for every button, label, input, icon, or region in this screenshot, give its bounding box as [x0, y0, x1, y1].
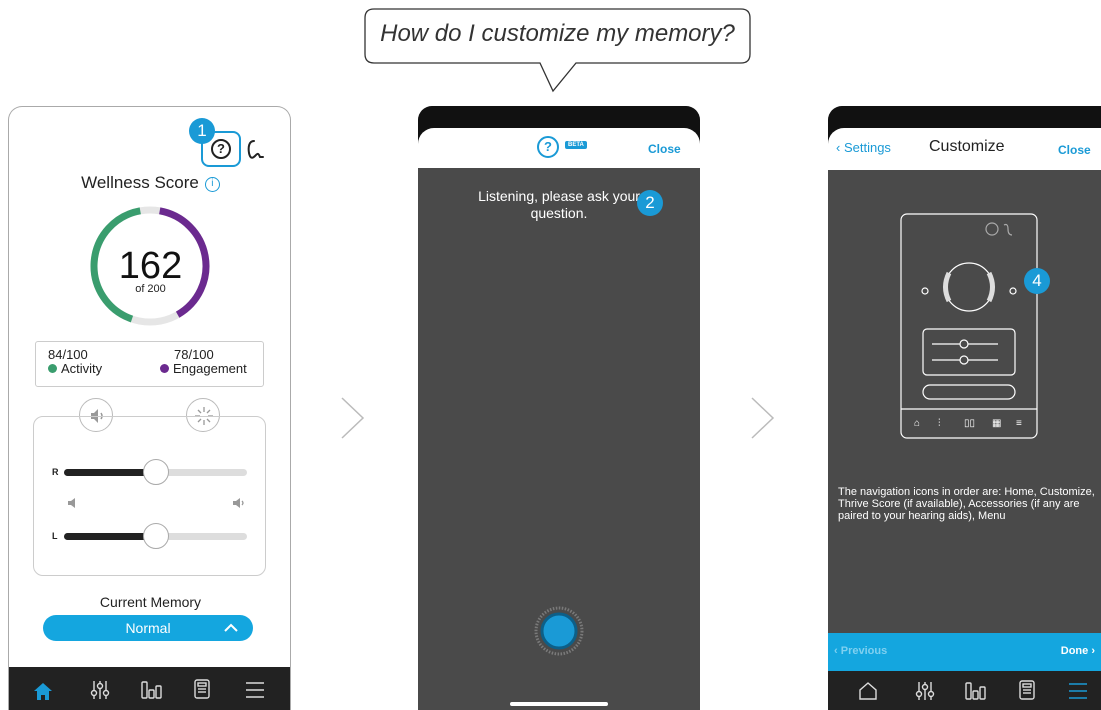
- listening-message: Listening, please ask your question.: [478, 188, 640, 221]
- right-volume-fill: [64, 469, 156, 476]
- close-button[interactable]: Close: [1058, 143, 1091, 157]
- home-icon[interactable]: [858, 681, 878, 701]
- chevron-right-icon: ›: [1088, 645, 1095, 657]
- next-arrow-icon: [341, 397, 365, 439]
- wellness-score-title: Wellness Score i: [9, 173, 290, 193]
- activity-label: Activity: [61, 361, 103, 376]
- previous-label: Previous: [840, 645, 888, 657]
- remote-icon: ▦: [992, 418, 1002, 429]
- engagement-dot: [160, 364, 169, 373]
- voice-listening-icon[interactable]: [532, 604, 586, 658]
- beta-badge: BETA: [565, 141, 587, 149]
- next-arrow-icon: [751, 397, 775, 439]
- step-badge: 4: [1024, 268, 1050, 294]
- phone-home-screen: ? 1 Wellness Score i 162 of 200 84/100 Ac…: [8, 106, 291, 710]
- chart-icon[interactable]: [140, 680, 162, 700]
- app-layout-illustration: [900, 213, 1038, 439]
- home-icon[interactable]: [32, 681, 54, 701]
- remote-icon[interactable]: [193, 678, 211, 700]
- sliders-icon[interactable]: [914, 680, 936, 702]
- back-button[interactable]: ‹ Settings: [836, 140, 891, 155]
- right-label: R: [52, 467, 59, 477]
- score-total: of 200: [135, 283, 166, 295]
- step-badge: 2: [637, 190, 663, 216]
- right-volume-slider[interactable]: [64, 459, 247, 485]
- help-icon: ?: [537, 136, 559, 158]
- menu-icon[interactable]: [245, 681, 265, 699]
- menu-icon[interactable]: [1068, 682, 1088, 700]
- phone-customize-help: ‹ Settings Customize Close ⌂ ⫶ ▯▯ ▦ ≡ 4 …: [828, 106, 1101, 710]
- phone-voice-assistant: ? BETA Close Listening, please ask your …: [418, 106, 700, 710]
- menu-icon: ≡: [1016, 418, 1022, 429]
- illustration-nav-row: ⌂ ⫶ ▯▯ ▦ ≡: [908, 418, 1028, 432]
- engagement-value: 78/100: [174, 347, 214, 362]
- home-icon: ⌂: [914, 418, 921, 429]
- left-volume-handle[interactable]: [142, 523, 169, 549]
- left-volume-slider[interactable]: [64, 523, 247, 549]
- help-icon: ?: [211, 139, 231, 159]
- right-volume-handle[interactable]: [142, 459, 169, 485]
- home-indicator: [510, 702, 608, 706]
- remote-icon[interactable]: [1018, 679, 1036, 701]
- previous-button[interactable]: ‹ Previous: [834, 645, 887, 657]
- engagement-stat: 78/100 Engagement: [160, 348, 247, 376]
- done-button[interactable]: Done ›: [1061, 645, 1095, 657]
- engagement-label: Engagement: [173, 361, 247, 376]
- memory-value: Normal: [125, 620, 171, 636]
- current-memory-heading: Current Memory: [99, 594, 202, 610]
- chevron-up-icon: [224, 623, 238, 632]
- volume-down-icon: [68, 498, 75, 508]
- activity-value: 84/100: [48, 347, 88, 362]
- wellness-score-label: Wellness Score: [81, 173, 199, 192]
- chevron-left-icon: ‹: [834, 645, 841, 657]
- left-volume-fill: [64, 533, 156, 540]
- activity-stat: 84/100 Activity: [48, 348, 102, 376]
- close-button[interactable]: Close: [648, 142, 681, 156]
- page-title: Customize: [929, 138, 1005, 155]
- step-badge: 1: [189, 118, 215, 144]
- bottom-nav: [9, 667, 290, 710]
- bubble-question-text: How do I customize my memory?: [380, 20, 735, 47]
- done-label: Done: [1060, 645, 1089, 657]
- score-breakdown: 84/100 Activity 78/100 Engagement: [35, 341, 264, 387]
- chart-icon[interactable]: [964, 681, 986, 701]
- walkthrough-bar: ‹ Previous Done ›: [828, 633, 1101, 671]
- customize-header: ‹ Settings Customize Close: [828, 128, 1101, 170]
- sliders-icon[interactable]: [89, 679, 111, 701]
- memory-selector[interactable]: Normal: [43, 615, 253, 641]
- score-value: 162: [118, 245, 183, 287]
- back-label: Settings: [843, 140, 891, 155]
- chart-icon: ▯▯: [964, 418, 976, 429]
- left-label: L: [52, 531, 58, 541]
- question-bubble: How do I customize my memory?: [364, 8, 751, 93]
- sliders-icon: ⫶: [938, 418, 941, 429]
- assistant-header: ? BETA Close: [418, 128, 700, 168]
- volume-up-icon: [233, 498, 244, 508]
- hearing-aid-icon[interactable]: [246, 139, 266, 161]
- chevron-left-icon: ‹: [836, 140, 844, 155]
- info-icon[interactable]: i: [204, 177, 220, 192]
- activity-dot: [48, 364, 57, 373]
- volume-panel: R L: [33, 416, 266, 576]
- bottom-nav: [828, 671, 1101, 710]
- nav-icons-description: The navigation icons in order are: Home,…: [838, 486, 1095, 522]
